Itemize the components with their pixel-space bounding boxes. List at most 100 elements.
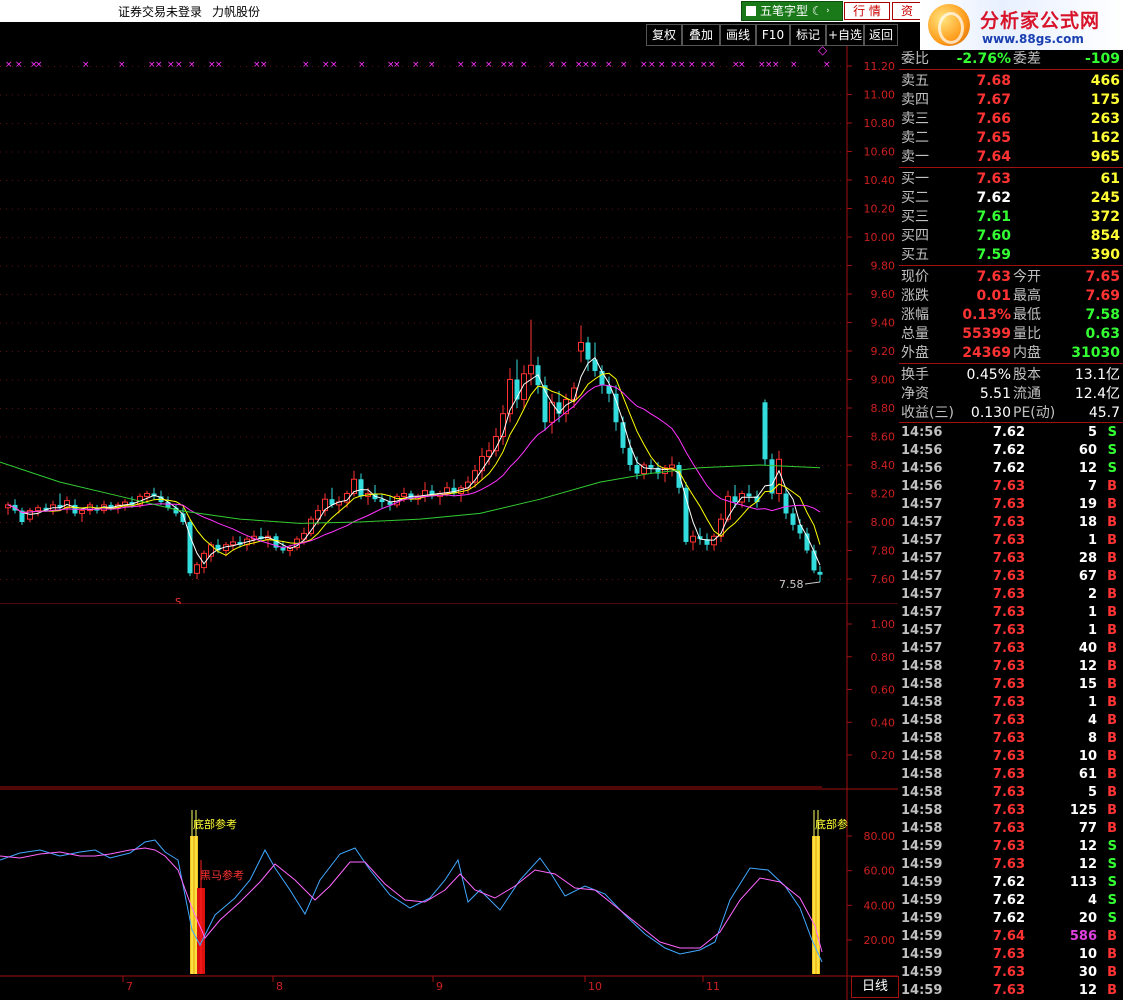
grid-dot [612,237,613,238]
grid-dot [570,294,571,295]
grid-dot [522,579,523,580]
grid-dot [120,237,121,238]
grid-dot [672,208,673,210]
grid-dot [120,408,121,409]
grid-dot [732,237,733,238]
grid-dot [438,94,439,96]
x-marker: × [412,60,420,70]
grid-dot [426,151,427,153]
grid-dot [450,379,451,381]
grid-dot [120,322,121,324]
grid-dot [492,550,493,552]
grid-dot [438,180,439,181]
restore-right-button[interactable]: 复权 [646,24,682,46]
grid-dot [576,436,577,438]
tab-quote[interactable]: 行 情 [844,2,890,20]
grid-dot [756,322,757,324]
grid-dot [30,265,31,267]
grid-dot [114,123,115,124]
secondary-chart[interactable]: 1.000.800.600.400.20 [0,604,898,790]
grid-dot [696,493,697,495]
tick-time: 14:57 [901,587,943,602]
grid-dot [150,522,151,523]
grid-dot [804,180,805,181]
grid-dot [798,351,799,352]
tick-volume: 7 [1087,479,1097,494]
grid-dot [684,94,685,96]
grid-dot [816,237,817,238]
grid-dot [750,237,751,238]
mark-button[interactable]: 标记 [790,24,826,46]
add-watchlist-button[interactable]: +自选 [826,24,864,46]
grid-dot [438,151,439,153]
grid-dot [300,265,301,267]
grid-dot [174,379,175,381]
grid-dot [618,208,619,210]
grid-dot [408,322,409,324]
grid-dot [732,379,733,381]
grid-dot [228,208,229,210]
candlestick-chart[interactable]: 11.2011.0010.8010.6010.4010.2010.009.809… [0,46,898,606]
grid-dot [546,379,547,381]
grid-dot [822,465,823,466]
grid-dot [6,94,7,96]
grid-dot [402,351,403,352]
grid-dot [276,294,277,295]
grid-dot [492,351,493,352]
grid-dot [96,265,97,267]
grid-dot [576,265,577,267]
input-method-button[interactable]: 五笔字型 ☾ ˒ [741,1,843,21]
grid-dot [558,151,559,153]
grid-dot [582,151,583,153]
row-price: 7.63 [976,171,1011,187]
grid-dot [690,493,691,495]
grid-dot [618,237,619,238]
grid-dot [6,436,7,438]
grid-dot [360,465,361,466]
grid-dot [624,123,625,124]
grid-dot [402,408,403,409]
tick-volume: 4 [1087,893,1097,908]
grid-dot [18,550,19,552]
grid-dot [54,237,55,238]
grid-dot [348,579,349,580]
grid-dot [624,465,625,466]
grid-dot [372,522,373,523]
grid-dot [252,322,253,324]
grid-dot [438,379,439,381]
grid-dot [258,208,259,210]
grid-dot [378,436,379,438]
overlay-button[interactable]: 叠加 [682,24,720,46]
row-label: 卖二 [901,130,929,146]
grid-dot [330,493,331,495]
grid-dot [228,522,229,523]
grid-dot [216,237,217,238]
grid-dot [786,322,787,324]
grid-dot [510,351,511,352]
grid-dot [582,436,583,438]
grid-dot [744,294,745,295]
committee-diff-label: 委差 [1013,51,1041,67]
grid-dot [636,265,637,267]
period-day-button[interactable]: 日线 [851,976,899,998]
grid-dot [444,66,445,67]
f10-button[interactable]: F10 [756,24,790,46]
tab-info[interactable]: 资 [892,2,922,20]
grid-dot [612,351,613,352]
grid-dot [198,465,199,466]
back-button[interactable]: 返回 [864,24,898,46]
grid-dot [636,522,637,523]
grid-dot [78,123,79,124]
grid-dot [408,550,409,552]
grid-dot [228,265,229,267]
draw-line-button[interactable]: 画线 [720,24,756,46]
indicator-chart[interactable]: 80.0060.0040.0020.00 底部参考 黑马参考 底部参 7 8 9 10… [0,790,898,1000]
grid-dot [780,94,781,96]
grid-dot [408,151,409,153]
grid-dot [330,123,331,124]
x-marker: × [330,60,338,70]
grid-dot [258,322,259,324]
grid-dot [612,294,613,295]
x-marker: × [82,60,90,70]
grid-dot [768,322,769,324]
